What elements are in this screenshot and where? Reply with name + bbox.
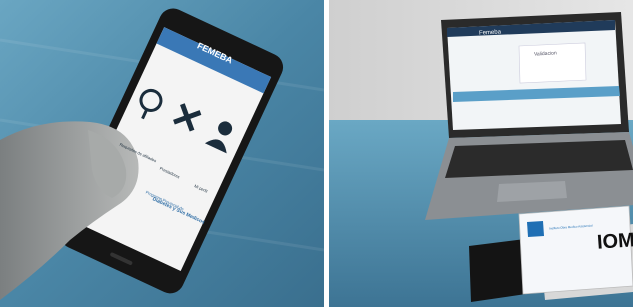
- phone-photo: [0, 0, 324, 307]
- photo-phone-panel: FEMEBA Requisitos de afiliados Prestador…: [0, 0, 324, 307]
- laptop-panel-title: Validacion: [533, 50, 557, 58]
- laptop-screen-header: Femeba: [478, 29, 502, 37]
- laptop-photo: [329, 0, 633, 307]
- laptop: [425, 12, 633, 220]
- card-brand: IOMA: [596, 228, 633, 254]
- photo-laptop-panel: Femeba Validacion IOMA Instituto Obra Me…: [329, 0, 633, 307]
